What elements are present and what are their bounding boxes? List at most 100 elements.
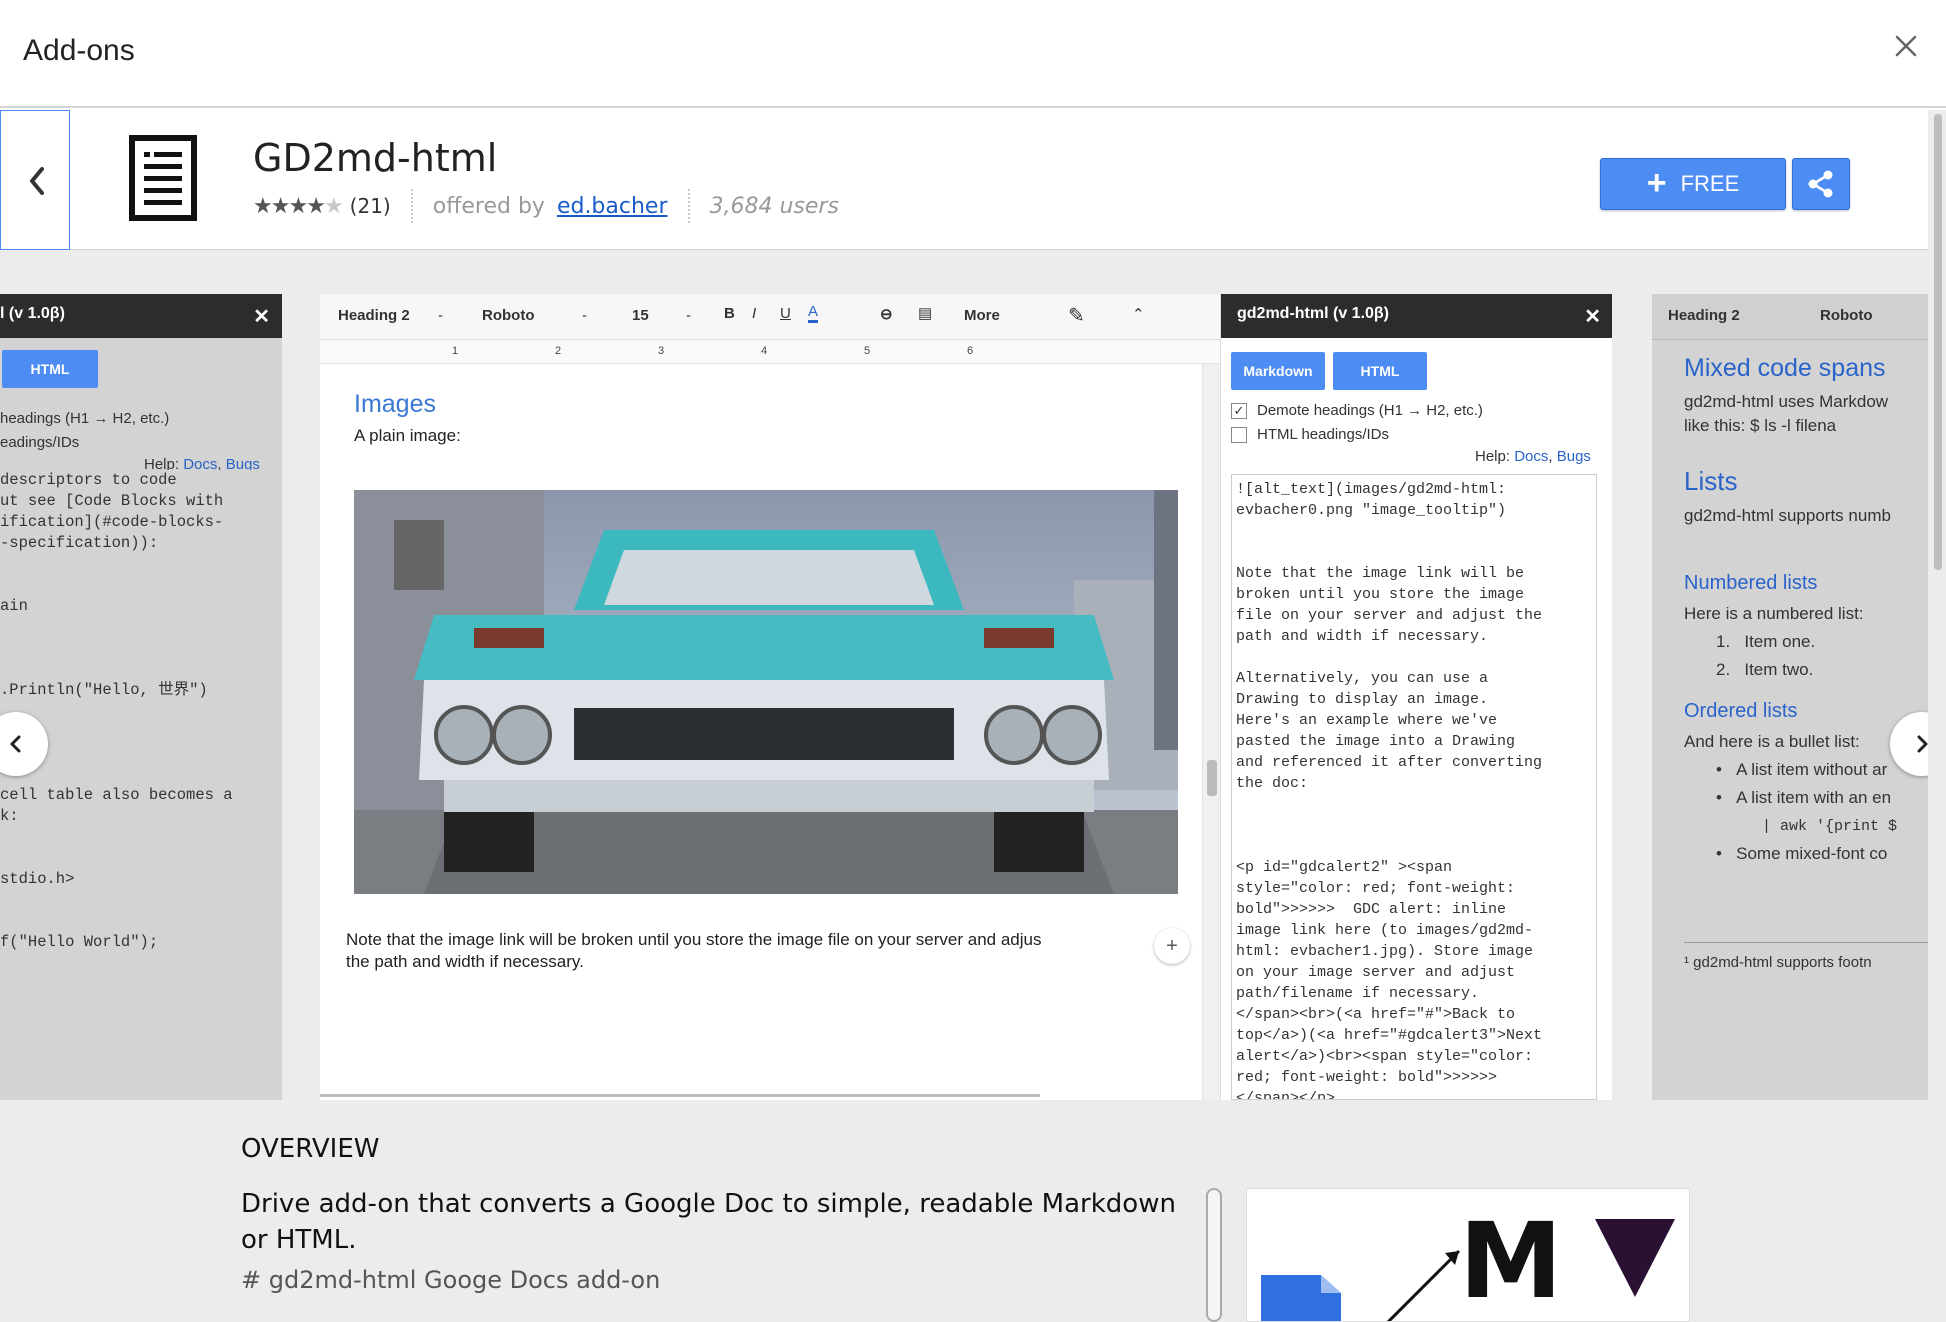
user-count: 3,684 users [709, 193, 839, 219]
code-line: </span></p> [1236, 1090, 1336, 1100]
doc-scrollbar [1202, 364, 1220, 1100]
code-line: ut see [Code Blocks with [0, 492, 224, 510]
star-filled-icon: ★ [306, 193, 326, 219]
doc-footer-note: Note that the image link will be broken … [346, 930, 1042, 949]
dialog-titlebar: Add-ons [0, 0, 1946, 108]
chevron-right-icon [1917, 735, 1928, 753]
addons-dialog: Add-ons GD2md-html ★★★★★ (21) offered by… [0, 0, 1946, 1322]
add-comment-icon: + [1154, 928, 1190, 964]
ruler-number: 1 [452, 345, 459, 357]
code-line: f("Hello World"); [0, 933, 159, 951]
code-line: Note that the image link will be [1236, 565, 1525, 582]
doc-toolbar: Heading 2 Roboto [1652, 294, 1928, 340]
doc-footer-note-2: the path and width if necessary. [346, 952, 584, 971]
option-demote-row: ✓ Demote headings (H1 → H2, etc.) [1231, 402, 1483, 419]
collapse-icon: ⌃ [1132, 306, 1145, 323]
gd2md-panel: gd2md-html (v 1.0β) ✕ Markdown HTML ✓ De… [1220, 294, 1612, 1100]
ruler-number: 5 [864, 345, 871, 357]
ruler-number: 6 [967, 345, 974, 357]
screenshot-next[interactable]: Heading 2 Roboto Mixed code spans gd2md-… [1652, 294, 1928, 1100]
overview-section: OVERVIEW Drive add-on that converts a Go… [0, 1100, 1928, 1322]
overview-image: M [1246, 1188, 1690, 1322]
underline-icon: U [780, 305, 791, 322]
code-line: Alternatively, you can use a [1236, 670, 1489, 687]
style-select: Heading 2 [338, 307, 410, 324]
output-code: descriptors to code ut see [Code Blocks w… [0, 470, 276, 1100]
overview-heading: OVERVIEW [241, 1134, 380, 1164]
font-select: Roboto [482, 307, 535, 324]
chevron-left-icon [10, 735, 21, 753]
screenshot-current: Heading 2 - Roboto - 15 - B I U A ⊖ ▤ Mo… [320, 294, 1612, 1100]
overview-scrollbar[interactable] [1206, 1188, 1222, 1322]
code-line: broken until you store the image [1236, 586, 1525, 603]
code-line: Here's an example where we've [1236, 712, 1498, 729]
panel-title: l (v 1.0β) [0, 305, 65, 322]
app-meta: ★★★★★ (21) offered by ed.bacher 3,684 us… [253, 189, 839, 223]
code-line: alert</a>)<br><span style="color: [1236, 1048, 1534, 1065]
code-line: and referenced it after converting [1236, 754, 1543, 771]
code-line: </span><br>(<a href="#">Back to [1236, 1006, 1516, 1023]
doc-ruler: 1 2 3 4 5 6 [320, 340, 1220, 364]
install-free-button[interactable]: + FREE [1600, 158, 1786, 210]
code-line: on your image server and adjust [1236, 964, 1516, 981]
pencil-icon: ✎ [1068, 305, 1085, 327]
tab-markdown: Markdown [1231, 352, 1325, 390]
tab-html: HTML [1333, 352, 1427, 390]
offered-by-label: offered by [432, 193, 545, 219]
divider [687, 189, 690, 223]
code-line: ain [0, 597, 28, 615]
rating-count[interactable]: (21) [350, 194, 391, 218]
chevron-left-icon [30, 167, 44, 195]
tab-html: HTML [2, 350, 98, 388]
free-label: FREE [1680, 171, 1740, 196]
document-icon [129, 135, 197, 221]
doc-subtext: A plain image: [354, 426, 461, 445]
truck-photo [354, 490, 1178, 894]
screenshot-previous[interactable]: l (v 1.0β) ✕ HTML headings (H1 → H2, etc… [0, 294, 282, 1100]
close-button[interactable] [1880, 20, 1932, 72]
share-button[interactable] [1792, 158, 1850, 210]
divider [410, 189, 413, 223]
output-textarea: ![alt_text](images/gd2md-html: evbacher0.… [1231, 474, 1597, 1100]
code-line: descriptors to code [0, 471, 177, 489]
developer-link[interactable]: ed.bacher [557, 194, 668, 219]
doc-toolbar: Heading 2 - Roboto - 15 - B I U A ⊖ ▤ Mo… [320, 294, 1220, 340]
code-line: cell table also becomes a [0, 786, 233, 804]
addon-detail: GD2md-html ★★★★★ (21) offered by ed.bach… [0, 110, 1946, 1322]
close-icon: ✕ [1584, 306, 1601, 328]
page-scrollbar[interactable] [1928, 110, 1946, 1322]
scrollbar-thumb[interactable] [1934, 114, 1942, 570]
code-line: path and width if necessary. [1236, 628, 1489, 645]
checkbox-unchecked-icon [1231, 426, 1247, 443]
bold-icon: B [724, 305, 735, 322]
code-line: evbacher0.png "image_tooltip") [1236, 502, 1507, 519]
code-line: red; font-weight: bold">>>>>> [1236, 1069, 1498, 1086]
star-filled-icon: ★ [253, 193, 273, 219]
option-demote: headings (H1 → H2, etc.) [0, 410, 170, 427]
checkbox-checked-icon: ✓ [1231, 402, 1247, 419]
code-line: -specification)): [0, 534, 159, 552]
panel-title: gd2md-html (v 1.0β) [1237, 305, 1389, 322]
option-html-ids: HTML headings/IDs [1257, 426, 1389, 443]
code-line: pasted the image into a Drawing [1236, 733, 1516, 750]
star-filled-icon: ★ [270, 193, 291, 219]
back-button[interactable] [0, 110, 70, 250]
overview-readme: # gd2md-html Googe Docs add-on [241, 1266, 661, 1294]
code-line: path/filename if necessary. [1236, 985, 1480, 1002]
code-line: html: evbacher1.jpg). Store image [1236, 943, 1534, 960]
dialog-title: Add-ons [23, 34, 135, 67]
ruler-number: 3 [658, 345, 665, 357]
